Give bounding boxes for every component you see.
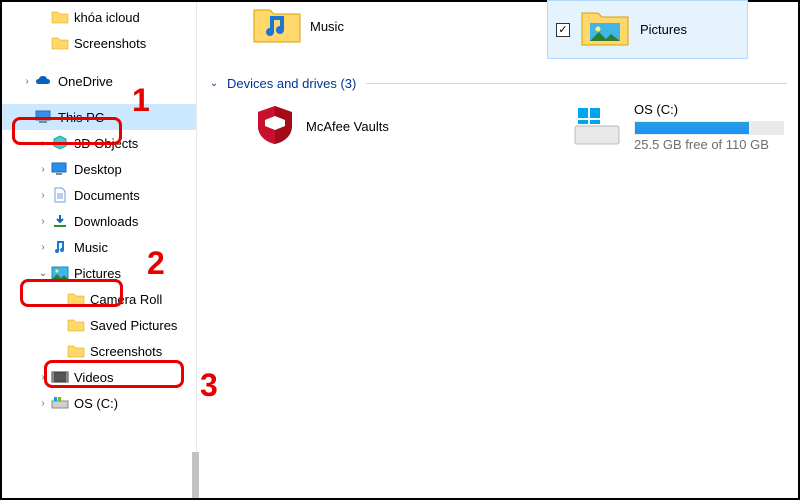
chevron-down-icon[interactable]: ⌄	[20, 112, 34, 123]
mcafee-icon	[252, 102, 298, 151]
chevron-right-icon[interactable]: ›	[20, 76, 34, 87]
folder-icon	[66, 342, 86, 360]
tree-label: This PC	[58, 110, 104, 125]
annotation-number-2: 2	[147, 245, 165, 282]
tree-item-music[interactable]: › Music	[2, 234, 196, 260]
3d-objects-icon	[50, 134, 70, 152]
chevron-right-icon[interactable]: ›	[36, 398, 50, 409]
tree-item-videos[interactable]: › Videos	[2, 364, 196, 390]
chevron-right-icon[interactable]: ›	[36, 190, 50, 201]
tree-item-downloads[interactable]: › Downloads	[2, 208, 196, 234]
tree-label: Screenshots	[74, 36, 146, 51]
item-mcafee-vaults[interactable]: McAfee Vaults	[252, 102, 389, 151]
pictures-icon	[50, 264, 70, 282]
pictures-folder-icon	[580, 7, 630, 52]
tree-item-onedrive[interactable]: › OneDrive	[2, 68, 196, 94]
tree-item-this-pc[interactable]: ⌄ This PC	[2, 104, 196, 130]
folder-icon	[50, 8, 70, 26]
tree-label: OneDrive	[58, 74, 113, 89]
tree-item-documents[interactable]: › Documents	[2, 182, 196, 208]
music-folder-icon	[252, 4, 302, 49]
tree-label: Desktop	[74, 162, 122, 177]
navigation-tree: khóa icloud Screenshots › OneDrive ⌄ Thi…	[2, 2, 197, 498]
tree-item-screenshots[interactable]: Screenshots	[2, 338, 196, 364]
tree-item-drive-c[interactable]: › OS (C:)	[2, 390, 196, 416]
this-pc-icon	[34, 108, 54, 126]
folder-icon	[66, 316, 86, 334]
section-devices-and-drives[interactable]: ⌄ Devices and drives (3)	[207, 76, 787, 91]
item-drive-c[interactable]: OS (C:) 25.5 GB free of 110 GB	[572, 102, 784, 152]
tree-item-khoa-icloud[interactable]: khóa icloud	[2, 4, 196, 30]
desktop-icon	[50, 160, 70, 178]
onedrive-icon	[34, 72, 54, 90]
chevron-right-icon[interactable]: ›	[36, 372, 50, 383]
drive-name: OS (C:)	[634, 102, 784, 117]
tree-item-desktop[interactable]: › Desktop	[2, 156, 196, 182]
documents-icon	[50, 186, 70, 204]
videos-icon	[50, 368, 70, 386]
chevron-right-icon[interactable]: ›	[36, 138, 50, 149]
annotation-number-1: 1	[132, 82, 150, 119]
tree-label: 3D Objects	[74, 136, 138, 151]
checkbox-checked-icon[interactable]: ✓	[556, 23, 570, 37]
tree-item-screenshots-qa[interactable]: Screenshots	[2, 30, 196, 56]
chevron-down-icon[interactable]: ⌄	[207, 78, 221, 89]
drive-icon	[50, 394, 70, 412]
chevron-right-icon[interactable]: ›	[36, 242, 50, 253]
downloads-icon	[50, 212, 70, 230]
item-label: Pictures	[640, 22, 687, 37]
section-title: Devices and drives (3)	[227, 76, 356, 91]
tree-label: Pictures	[74, 266, 121, 281]
tree-label: Music	[74, 240, 108, 255]
drive-icon	[572, 102, 622, 152]
tree-item-pictures[interactable]: ⌄ Pictures	[2, 260, 196, 286]
item-label: McAfee Vaults	[306, 119, 389, 134]
tree-label: Downloads	[74, 214, 138, 229]
drive-usage-fill	[635, 122, 749, 134]
tree-label: OS (C:)	[74, 396, 118, 411]
tree-label: khóa icloud	[74, 10, 140, 25]
tree-label: Screenshots	[90, 344, 162, 359]
item-label: Music	[310, 19, 344, 34]
item-pictures-selected[interactable]: ✓ Pictures	[547, 0, 748, 59]
tree-item-camera-roll[interactable]: Camera Roll	[2, 286, 196, 312]
music-icon	[50, 238, 70, 256]
tree-label: Videos	[74, 370, 114, 385]
item-music[interactable]: Music	[252, 4, 344, 49]
chevron-down-icon[interactable]: ⌄	[36, 268, 50, 279]
chevron-right-icon[interactable]: ›	[36, 164, 50, 175]
tree-label: Documents	[74, 188, 140, 203]
chevron-right-icon[interactable]: ›	[36, 216, 50, 227]
section-divider	[366, 83, 787, 84]
tree-label: Camera Roll	[90, 292, 162, 307]
folder-icon	[50, 34, 70, 52]
tree-label: Saved Pictures	[90, 318, 177, 333]
tree-item-3d-objects[interactable]: › 3D Objects	[2, 130, 196, 156]
folder-icon	[66, 290, 86, 308]
annotation-number-3: 3	[200, 367, 218, 404]
drive-free-text: 25.5 GB free of 110 GB	[634, 137, 784, 152]
drive-usage-bar	[634, 121, 784, 135]
content-area: Music ✓ Pictures ⌄ Devices and drives (3…	[197, 2, 798, 498]
tree-item-saved-pictures[interactable]: Saved Pictures	[2, 312, 196, 338]
